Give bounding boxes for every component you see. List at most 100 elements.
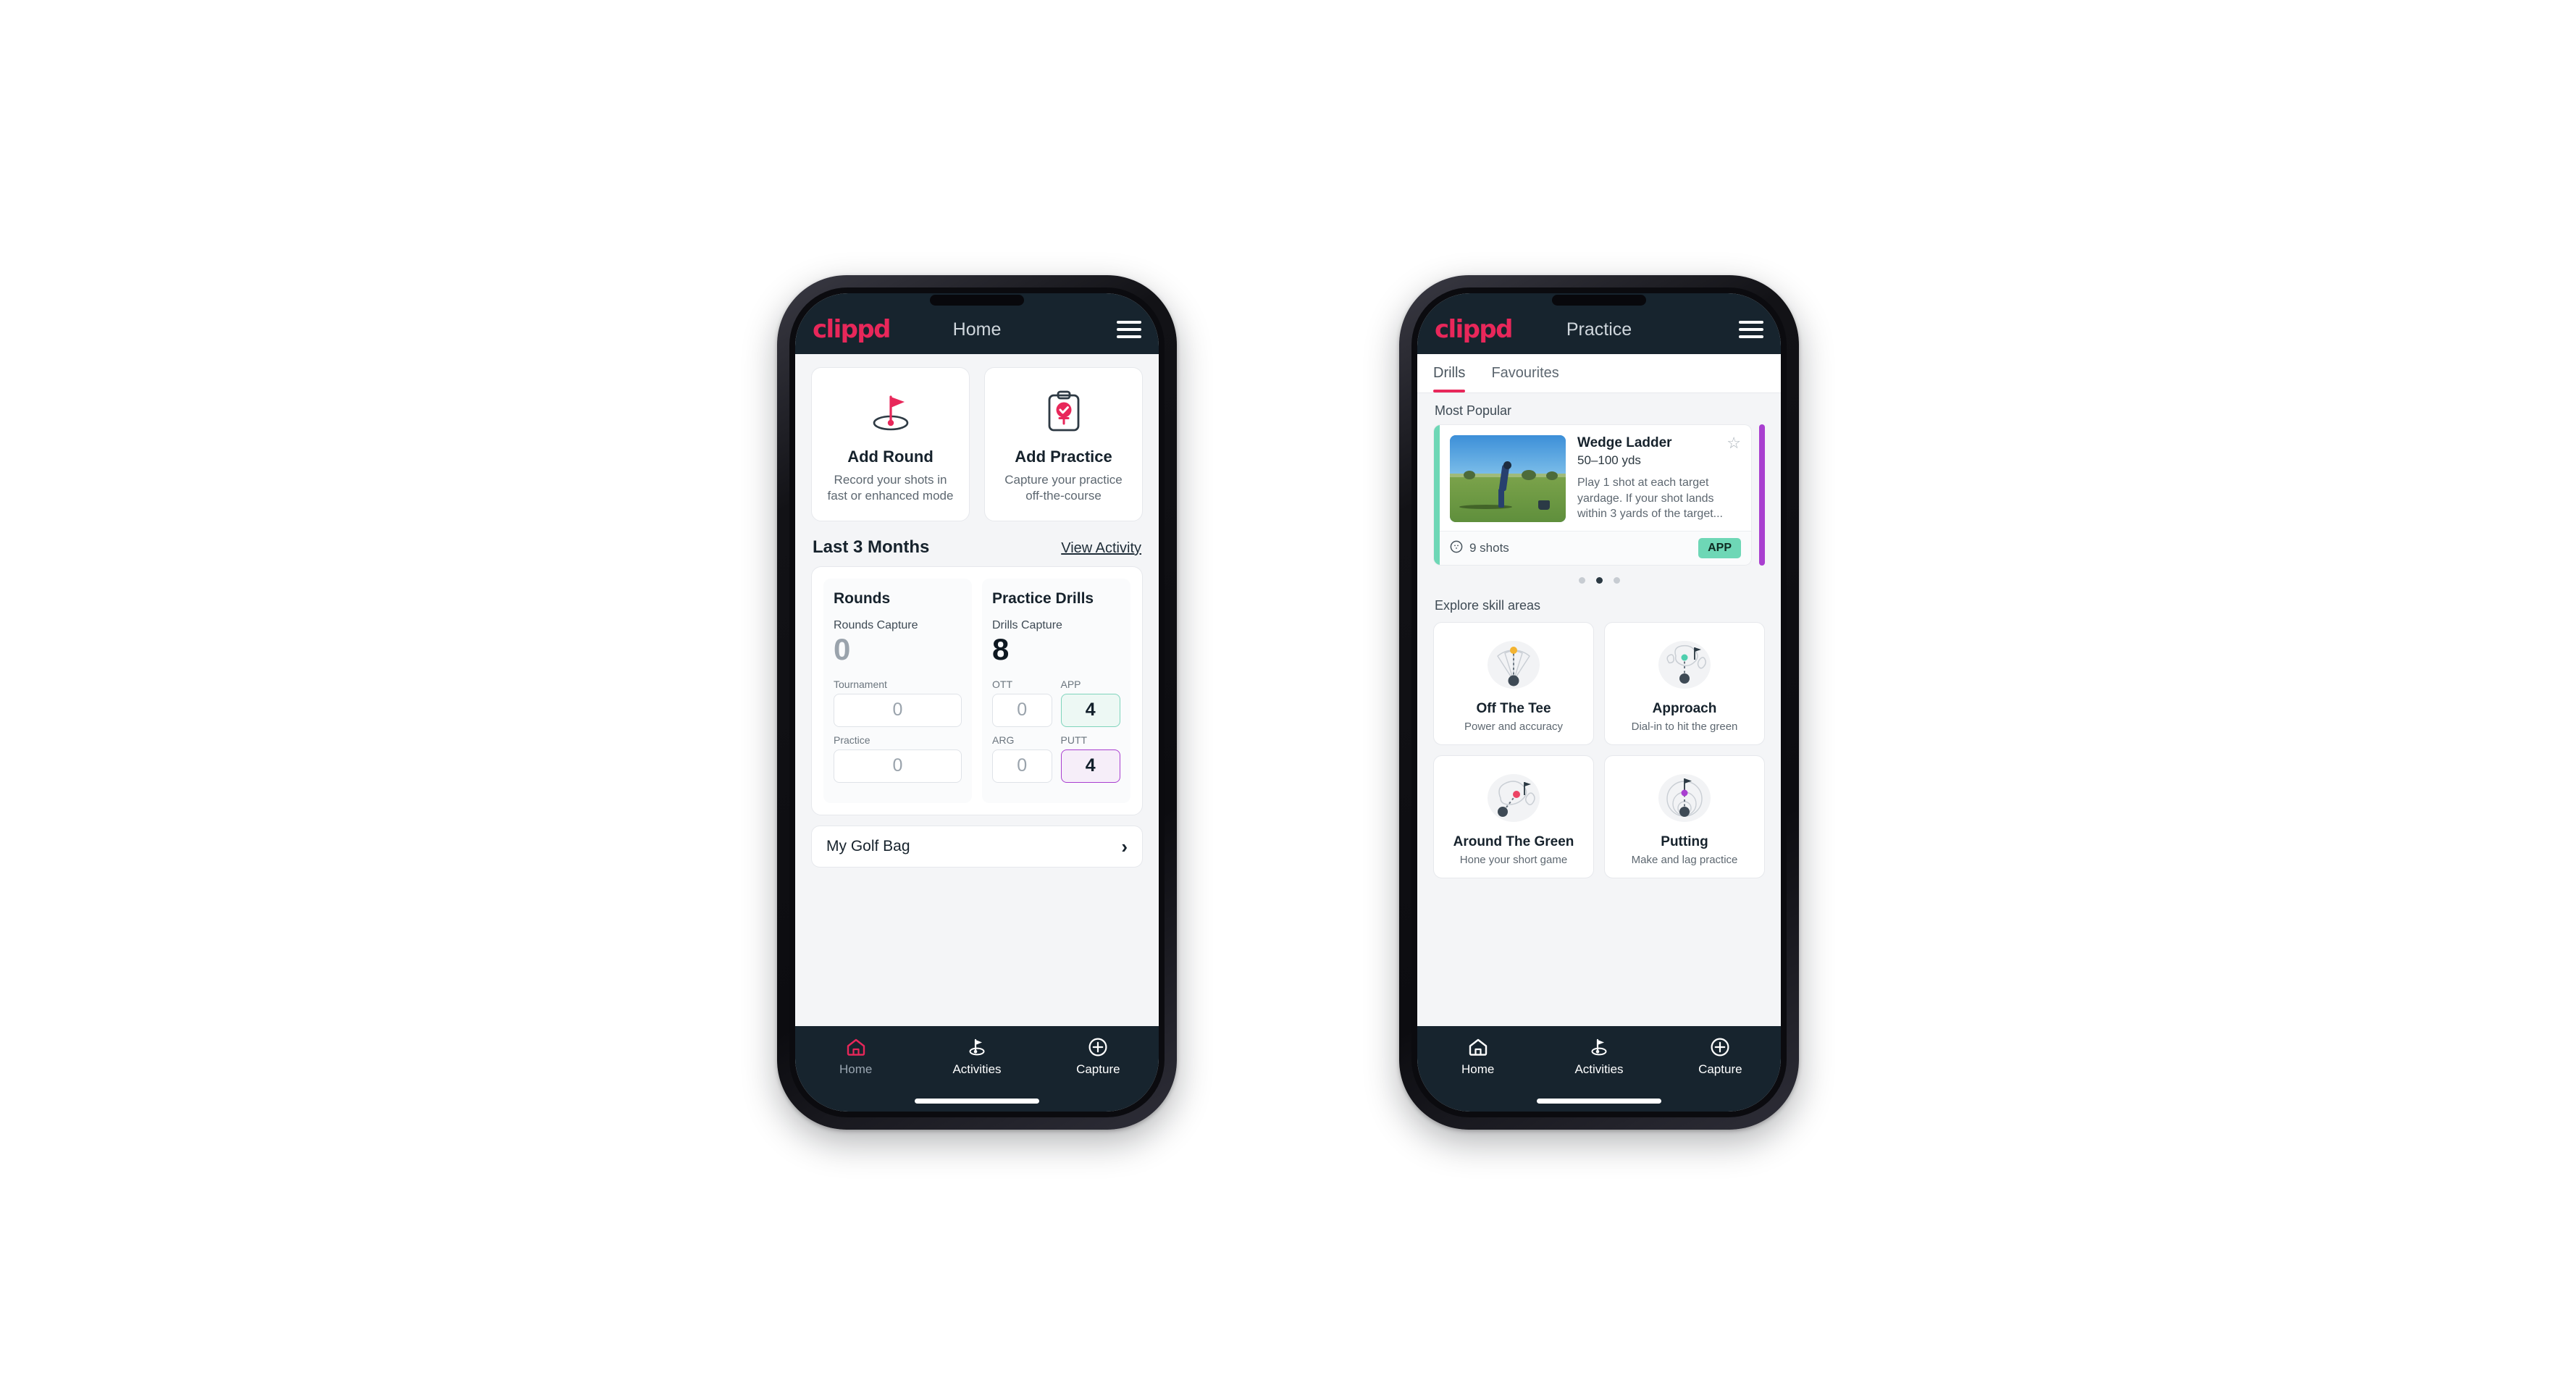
nav-item-home[interactable]: Home xyxy=(1417,1036,1538,1077)
section-title: Last 3 Months xyxy=(813,537,930,557)
most-popular-label: Most Popular xyxy=(1435,403,1512,418)
putt-metric: PUTT 4 xyxy=(1060,734,1120,783)
skill-card-off-the-tee[interactable]: Off The Tee Power and accuracy xyxy=(1433,622,1594,745)
screenshot-canvas: clippd Home Add Round Record your shots … xyxy=(0,0,2576,1386)
nav-label-capture: Capture xyxy=(1076,1062,1120,1076)
drill-card-main: Wedge Ladder ☆ 50–100 yds Play 1 shot at… xyxy=(1440,425,1751,531)
stats-panel: Rounds Rounds Capture 0 Tournament 0 Pra… xyxy=(811,566,1143,815)
skill-title: Approach xyxy=(1652,701,1717,716)
golf-flag-icon xyxy=(1588,1036,1610,1058)
hamburger-menu-icon[interactable] xyxy=(1739,321,1763,338)
dynamic-island xyxy=(930,295,1024,306)
my-golf-bag-label: My Golf Bag xyxy=(826,837,910,854)
drill-shots-count: 9 shots xyxy=(1469,541,1509,555)
nav-item-capture[interactable]: Capture xyxy=(1660,1036,1781,1077)
nav-item-home[interactable]: Home xyxy=(795,1036,916,1077)
my-golf-bag-row[interactable]: My Golf Bag › xyxy=(811,825,1143,868)
phone-device-home: clippd Home Add Round Record your shots … xyxy=(777,275,1177,1130)
skill-card-around-the-green[interactable]: Around The Green Hone your short game xyxy=(1433,755,1594,878)
tournament-value[interactable]: 0 xyxy=(834,693,962,727)
drills-capture-label: Drills Capture xyxy=(992,618,1062,631)
screen-home: clippd Home Add Round Record your shots … xyxy=(795,293,1159,1112)
rounds-capture-label: Rounds Capture xyxy=(834,618,918,631)
home-indicator-bar xyxy=(1537,1099,1661,1104)
carousel-dot-2[interactable] xyxy=(1595,577,1603,584)
drill-card-wedge-ladder[interactable]: Wedge Ladder ☆ 50–100 yds Play 1 shot at… xyxy=(1433,424,1752,566)
dynamic-island xyxy=(1552,295,1646,306)
drill-title: Wedge Ladder xyxy=(1577,435,1672,450)
add-round-title: Add Round xyxy=(847,448,934,466)
skill-subtitle: Power and accuracy xyxy=(1464,721,1563,733)
nav-item-capture[interactable]: Capture xyxy=(1038,1036,1159,1077)
bottom-nav-home: Home Activities Capture xyxy=(795,1026,1159,1112)
hamburger-menu-icon[interactable] xyxy=(1117,321,1141,338)
rounds-stats-column: Rounds Rounds Capture 0 Tournament 0 Pra… xyxy=(823,578,972,803)
practice-tabs: Drills Favourites xyxy=(1417,354,1781,393)
golf-flag-icon xyxy=(966,1036,988,1058)
phone-bezel: clippd Home Add Round Record your shots … xyxy=(789,287,1165,1117)
putt-label: PUTT xyxy=(1060,734,1088,746)
clippd-logo[interactable]: clippd xyxy=(1435,317,1513,342)
skill-card-putting[interactable]: Putting Make and lag practice xyxy=(1604,755,1765,878)
home-icon xyxy=(846,1036,866,1058)
home-indicator-bar xyxy=(915,1099,1039,1104)
last-3-months-header: Last 3 Months View Activity xyxy=(795,521,1159,566)
nav-label-capture: Capture xyxy=(1698,1062,1742,1076)
drill-carousel[interactable]: Wedge Ladder ☆ 50–100 yds Play 1 shot at… xyxy=(1417,424,1781,566)
add-practice-card[interactable]: Add Practice Capture your practice off-t… xyxy=(984,367,1143,521)
view-activity-link[interactable]: View Activity xyxy=(1061,540,1141,557)
add-practice-title: Add Practice xyxy=(1015,448,1112,466)
next-drill-card-peek[interactable] xyxy=(1759,424,1765,566)
skill-subtitle: Make and lag practice xyxy=(1631,854,1738,866)
screen-practice: clippd Practice Drills Favourites Most P… xyxy=(1417,293,1781,1112)
skill-title: Off The Tee xyxy=(1476,701,1551,716)
nav-label-home: Home xyxy=(1461,1062,1495,1076)
ott-metric: OTT 0 xyxy=(992,679,1052,727)
drill-thumbnail-image xyxy=(1450,435,1566,522)
app-metric: APP 4 xyxy=(1060,678,1120,727)
drills-metric-row-1: OTT 0 APP 4 xyxy=(992,679,1120,727)
ott-value[interactable]: 0 xyxy=(992,693,1052,727)
drill-card-footer: 9 shots APP xyxy=(1440,531,1751,565)
practice-content: Drills Favourites Most Popular Wedge Lad… xyxy=(1417,354,1781,1026)
add-round-card[interactable]: Add Round Record your shots in fast or e… xyxy=(811,367,970,521)
skill-title: Around The Green xyxy=(1453,834,1574,849)
arg-label: ARG xyxy=(992,734,1015,746)
putting-rings-icon xyxy=(1612,768,1757,828)
carousel-dot-1[interactable] xyxy=(1578,577,1585,584)
app-label: APP xyxy=(1060,678,1081,690)
plus-circle-icon xyxy=(1088,1036,1108,1058)
ott-label: OTT xyxy=(992,678,1012,690)
drill-category-badge: APP xyxy=(1698,538,1741,558)
phone-device-practice: clippd Practice Drills Favourites Most P… xyxy=(1399,275,1799,1130)
star-outline-icon[interactable]: ☆ xyxy=(1727,435,1741,451)
skill-card-approach[interactable]: Approach Dial-in to hit the green xyxy=(1604,622,1765,745)
nav-item-activities[interactable]: Activities xyxy=(916,1036,1037,1077)
add-practice-subtitle-1: Capture your practice xyxy=(1004,473,1123,487)
phone-bezel: clippd Practice Drills Favourites Most P… xyxy=(1411,287,1787,1117)
carousel-dot-3[interactable] xyxy=(1613,577,1620,584)
arg-value[interactable]: 0 xyxy=(992,749,1052,783)
skill-subtitle: Hone your short game xyxy=(1459,854,1568,866)
nav-item-activities[interactable]: Activities xyxy=(1538,1036,1659,1077)
tournament-metric: Tournament 0 xyxy=(834,679,962,727)
practice-label: Practice xyxy=(834,734,870,746)
home-icon xyxy=(1468,1036,1488,1058)
tab-drills[interactable]: Drills xyxy=(1433,354,1478,392)
skill-subtitle: Dial-in to hit the green xyxy=(1631,721,1738,733)
approach-green-icon xyxy=(1612,634,1757,695)
clippd-logo[interactable]: clippd xyxy=(813,317,891,342)
golf-flag-hole-icon xyxy=(821,387,960,437)
putt-value[interactable]: 4 xyxy=(1060,749,1120,783)
add-practice-subtitle-2: off-the-course xyxy=(1025,489,1102,503)
drills-stats-column: Practice Drills Drills Capture 8 OTT 0 A… xyxy=(982,578,1130,803)
home-content: Add Round Record your shots in fast or e… xyxy=(795,354,1159,1026)
practice-value[interactable]: 0 xyxy=(834,749,962,783)
add-round-subtitle-1: Record your shots in xyxy=(834,473,947,487)
explore-skill-areas-label: Explore skill areas xyxy=(1435,598,1541,613)
golf-ball-icon xyxy=(1450,540,1463,557)
app-value[interactable]: 4 xyxy=(1060,693,1120,727)
tab-favourites[interactable]: Favourites xyxy=(1491,354,1572,392)
bottom-nav-practice: Home Activities Capture xyxy=(1417,1026,1781,1112)
nav-label-activities: Activities xyxy=(952,1062,1002,1076)
